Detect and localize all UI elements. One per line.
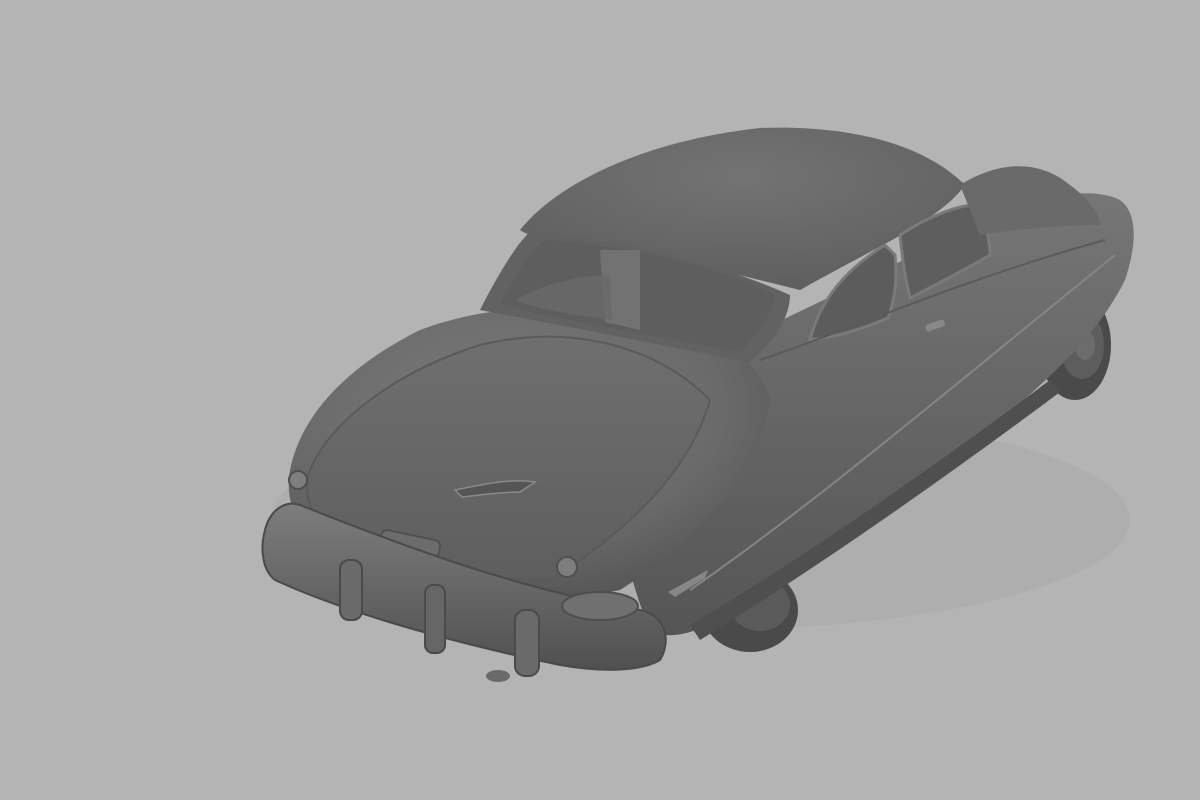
bumper-guard-center (424, 584, 446, 654)
fender-light (561, 591, 639, 621)
bumper-guard-left (339, 559, 363, 621)
tail-light-right (556, 556, 578, 578)
bumper-guard-right (514, 609, 540, 677)
render-viewport (0, 0, 1200, 800)
car-render (261, 127, 1134, 682)
exhaust (486, 670, 510, 682)
tail-light-left (288, 470, 308, 490)
hood (960, 166, 1100, 235)
